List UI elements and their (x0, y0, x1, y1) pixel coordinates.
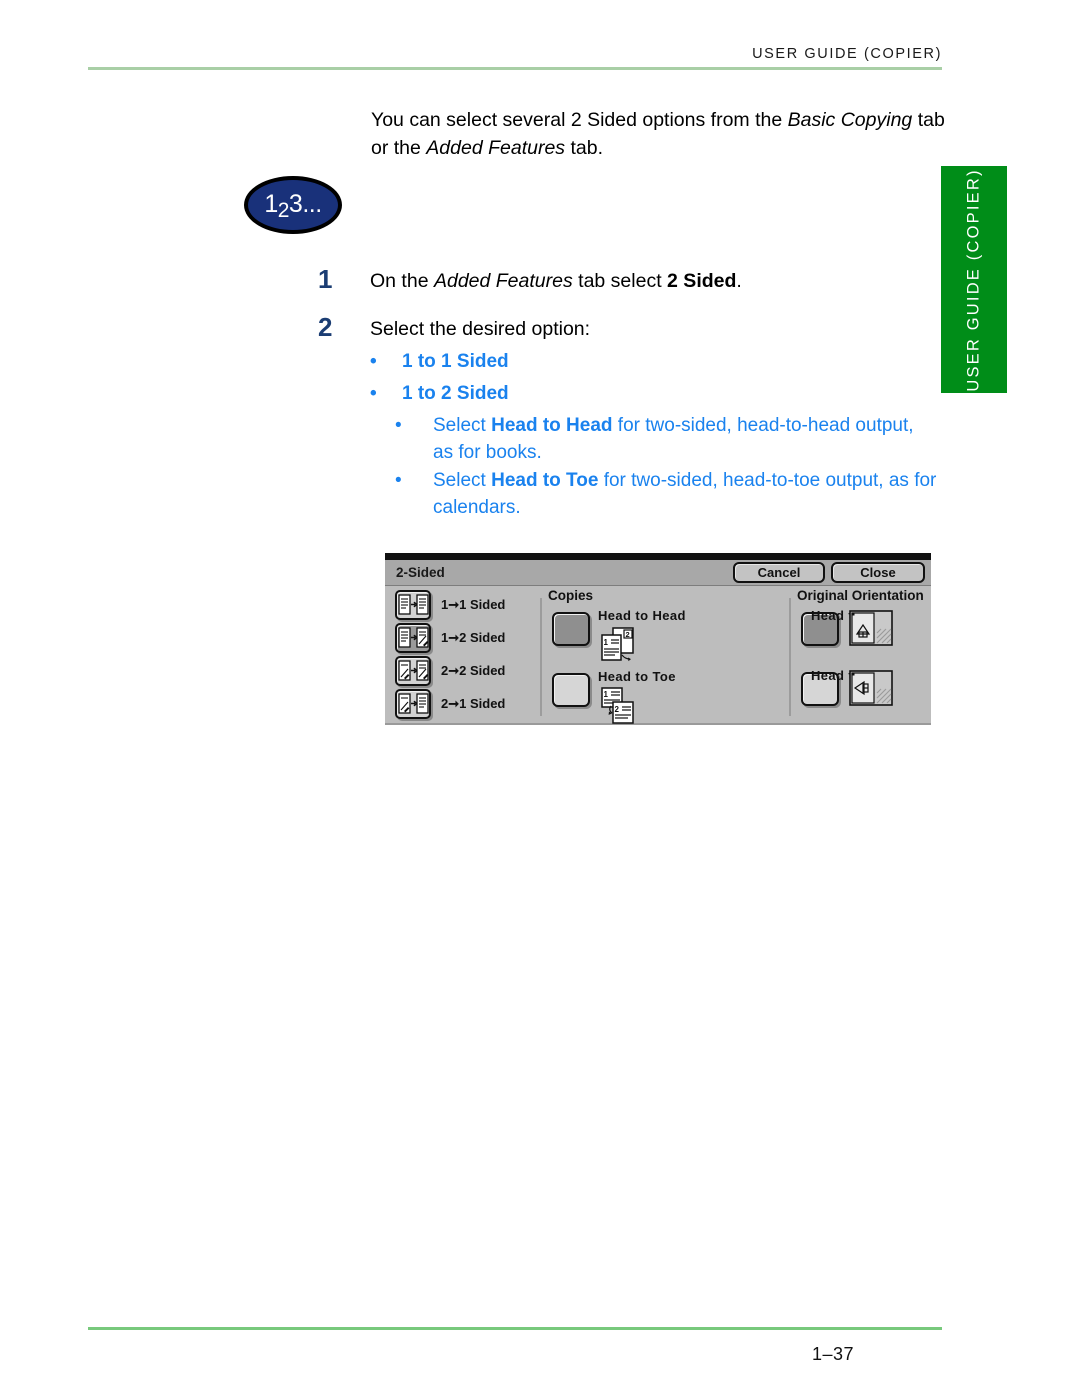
copies-column-divider (540, 598, 542, 716)
orientation-column-divider (789, 598, 791, 716)
dialog-titlebar: 2-Sided Cancel Close (385, 560, 931, 586)
dialog-title: 2-Sided (396, 565, 445, 580)
bullet-marker-icon: • (395, 415, 402, 436)
option-bullet-head-to-toe: • Select Head to Toe for two-sided, head… (395, 467, 940, 523)
step-number-1: 1 (318, 264, 333, 294)
step-text-2: Select the desired option: (370, 318, 591, 340)
dialog-top-black-bar (385, 553, 931, 560)
h2h-strong: Head to Head (491, 415, 613, 436)
bullet-marker-icon: • (395, 470, 402, 491)
copier-2-sided-dialog-screenshot: 2-Sided Cancel Close 1➞1 Sided 1➞2 Sided… (385, 553, 931, 725)
procedure-badge-icon: 123... (244, 176, 342, 234)
sided-option-2-to-1[interactable]: 2➞1 Sided (395, 689, 535, 722)
option-bullet-1-to-1-sided: • 1 to 1 Sided (370, 349, 670, 375)
page-header: User Guide (Copier) (88, 38, 942, 68)
head-to-head-icon: 2 1 (600, 626, 642, 669)
badge-digit-1: 1 (264, 190, 278, 218)
svg-text:1: 1 (604, 638, 609, 647)
option-label-1-to-1-sided: 1 to 1 Sided (402, 351, 509, 372)
step1-text-2: tab select (572, 270, 668, 292)
step1-strong-2-sided: 2 Sided (667, 270, 737, 292)
option-text-head-to-toe: Select Head to Toe for two-sided, head-t… (433, 467, 938, 521)
bullet-marker-icon: • (370, 351, 377, 372)
copies-group-heading: Copies (548, 588, 594, 603)
h2t-text-1: Select (433, 470, 492, 491)
head-to-toe-button[interactable] (552, 673, 590, 707)
section-side-tab: USER GUIDE (COPIER) (941, 166, 1007, 393)
option-bullet-head-to-head: • Select Head to Head for two-sided, hea… (395, 412, 940, 468)
intro-emphasis-basic-copying: Basic Copying (787, 108, 913, 131)
header-title: User Guide (Copier) (752, 46, 942, 62)
badge-digit-3: 3 (288, 190, 303, 218)
h2h-text-1: Select (433, 415, 492, 436)
dialog-body: 1➞1 Sided 1➞2 Sided 2➞2 Sided 2➞1 Sided … (385, 586, 931, 725)
head-to-top-icon (849, 610, 893, 651)
head-to-head-label: Head to Head (598, 608, 686, 623)
original-orientation-heading: Original Orientation (797, 588, 924, 603)
close-button[interactable]: Close (831, 562, 925, 583)
option-text-head-to-head: Select Head to Head for two-sided, head-… (433, 412, 938, 466)
step1-text-1: On the (370, 270, 434, 292)
step-text-1: On the Added Features tab select 2 Sided… (370, 268, 950, 295)
head-to-head-button[interactable] (552, 612, 590, 646)
header-divider (88, 67, 942, 70)
option-label-1-to-2-sided: 1 to 2 Sided (402, 383, 509, 404)
head-to-toe-icon: 1 2 (600, 687, 642, 730)
step1-emphasis-added-features: Added Features (433, 270, 573, 292)
cancel-button[interactable]: Cancel (733, 562, 825, 583)
option-bullet-1-to-2-sided: • 1 to 2 Sided (370, 381, 670, 407)
step1-text-3: . (736, 270, 742, 292)
page-number: 1–37 (811, 1344, 854, 1364)
svg-text:2: 2 (615, 705, 620, 714)
sided-option-label-1-to-2: 1➞2 Sided (441, 630, 506, 645)
one-to-one-sided-icon[interactable] (395, 590, 431, 620)
two-to-one-sided-icon[interactable] (395, 689, 431, 719)
badge-glyph: 123... (244, 190, 342, 222)
head-to-left-icon (849, 670, 893, 711)
intro-text-3: tab. (565, 136, 604, 159)
sided-option-1-to-2[interactable]: 1➞2 Sided (395, 623, 535, 656)
sided-option-1-to-1[interactable]: 1➞1 Sided (395, 590, 535, 623)
h2t-strong: Head to Toe (491, 470, 599, 491)
footer-divider (88, 1327, 942, 1330)
badge-digit-2: 2 (277, 199, 290, 222)
head-to-toe-label: Head to Toe (598, 669, 676, 684)
two-to-two-sided-icon[interactable] (395, 656, 431, 686)
intro-emphasis-added-features: Added Features (426, 136, 566, 159)
step-number-2: 2 (318, 312, 333, 342)
sided-option-label-2-to-1: 2➞1 Sided (441, 696, 506, 711)
side-tab-label: USER GUIDE (COPIER) (964, 167, 983, 392)
sided-option-label-1-to-1: 1➞1 Sided (441, 597, 506, 612)
badge-ellipsis: ... (302, 190, 322, 218)
bullet-marker-icon: • (370, 383, 377, 404)
sided-option-2-to-2[interactable]: 2➞2 Sided (395, 656, 535, 689)
intro-paragraph: You can select several 2 Sided options f… (371, 106, 951, 162)
intro-text-1: You can select several 2 Sided options f… (371, 108, 788, 131)
svg-text:1: 1 (604, 690, 609, 699)
one-to-two-sided-icon[interactable] (395, 623, 431, 653)
svg-text:2: 2 (626, 630, 630, 639)
sided-option-label-2-to-2: 2➞2 Sided (441, 663, 506, 678)
